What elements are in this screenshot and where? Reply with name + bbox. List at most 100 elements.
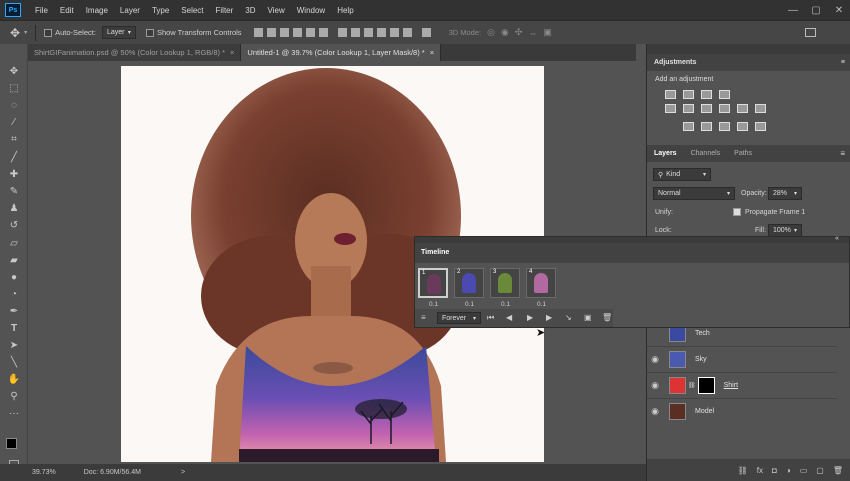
tween-icon[interactable]: ↘ bbox=[565, 313, 572, 322]
more-tools-icon[interactable]: ··· bbox=[5, 406, 23, 420]
lasso-tool-icon[interactable]: ◌ bbox=[5, 98, 23, 112]
auto-select-dropdown[interactable]: Layer ▾ bbox=[101, 26, 136, 39]
panel-menu-icon[interactable]: ≡ bbox=[841, 59, 845, 66]
posterize-icon[interactable] bbox=[701, 122, 712, 131]
crop-tool-icon[interactable]: ⌗ bbox=[5, 132, 23, 146]
orbit-3d-icon[interactable]: ◎ bbox=[487, 27, 495, 38]
threshold-icon[interactable] bbox=[719, 122, 730, 131]
levels-icon[interactable] bbox=[683, 90, 694, 99]
blur-tool-icon[interactable]: ● bbox=[5, 270, 23, 284]
menu-select[interactable]: Select bbox=[175, 6, 209, 15]
layer-name[interactable]: Shirt bbox=[724, 382, 738, 389]
trash-icon[interactable]: 🗑 bbox=[833, 466, 843, 475]
channel-mixer-icon[interactable] bbox=[755, 104, 766, 113]
next-frame-icon[interactable]: ▶ bbox=[546, 313, 552, 322]
link-layers-icon[interactable]: ⛓ bbox=[738, 466, 748, 475]
roll-3d-icon[interactable]: ◉ bbox=[501, 27, 509, 38]
menu-window[interactable]: Window bbox=[291, 6, 331, 15]
frame-delay[interactable]: 0.1 bbox=[429, 301, 438, 308]
frame-delay[interactable]: 0.1 bbox=[465, 301, 474, 308]
photoshop-logo-icon[interactable]: Ps bbox=[5, 3, 21, 17]
loop-dropdown[interactable]: Forever ▾ bbox=[437, 312, 481, 324]
timeline-frame-4[interactable]: 4 bbox=[526, 268, 556, 298]
chevron-down-icon[interactable]: ▾ bbox=[24, 29, 27, 36]
distribute-right-icon[interactable] bbox=[402, 28, 412, 37]
vibrance-icon[interactable] bbox=[665, 104, 676, 113]
path-selection-tool-icon[interactable]: ➤ bbox=[5, 338, 23, 352]
slide-3d-icon[interactable]: ⇔ bbox=[528, 28, 537, 38]
hand-tool-icon[interactable]: ✋ bbox=[5, 372, 23, 386]
fx-icon[interactable]: fx bbox=[757, 466, 763, 475]
adjustment-layer-icon[interactable]: ◑ bbox=[786, 466, 791, 475]
move-tool-icon[interactable]: ✥ bbox=[5, 64, 23, 78]
align-left-icon[interactable] bbox=[292, 28, 302, 37]
menu-file[interactable]: File bbox=[29, 6, 54, 15]
timeline-title[interactable]: Timeline bbox=[421, 249, 449, 256]
paint-bucket-tool-icon[interactable]: ▰ bbox=[5, 253, 23, 267]
tab-untitled-1[interactable]: Untitled-1 @ 39.7% (Color Lookup 1, Laye… bbox=[241, 44, 442, 61]
align-middle-icon[interactable] bbox=[266, 28, 276, 37]
align-center-icon[interactable] bbox=[305, 28, 315, 37]
invert-icon[interactable] bbox=[683, 122, 694, 131]
workspace-icon[interactable] bbox=[805, 28, 816, 37]
foreground-color-swatch[interactable] bbox=[6, 438, 17, 449]
new-layer-icon[interactable]: ▢ bbox=[816, 466, 824, 475]
menu-3d[interactable]: 3D bbox=[239, 6, 261, 15]
auto-align-icon[interactable] bbox=[421, 28, 431, 37]
layer-row-shirt[interactable]: ◉ ⛓ Shirt bbox=[647, 372, 837, 398]
timeline-frame-3[interactable]: 3 bbox=[490, 268, 520, 298]
curves-icon[interactable] bbox=[701, 90, 712, 99]
layer-name[interactable]: Model bbox=[695, 408, 714, 415]
distribute-center-icon[interactable] bbox=[389, 28, 399, 37]
selective-color-icon[interactable] bbox=[755, 122, 766, 131]
menu-filter[interactable]: Filter bbox=[210, 6, 240, 15]
layer-name[interactable]: Sky bbox=[695, 356, 707, 363]
new-group-icon[interactable]: ▭ bbox=[800, 466, 808, 475]
panel-menu-icon[interactable]: ≡ bbox=[840, 149, 845, 158]
minimize-button[interactable]: — bbox=[782, 0, 804, 20]
align-right-icon[interactable] bbox=[318, 28, 328, 37]
color-balance-icon[interactable] bbox=[701, 104, 712, 113]
eyedropper-tool-icon[interactable]: ╱ bbox=[5, 150, 23, 164]
menu-image[interactable]: Image bbox=[80, 6, 114, 15]
status-menu-arrow[interactable]: > bbox=[181, 469, 185, 476]
eye-icon[interactable]: ◉ bbox=[647, 354, 663, 365]
transform-controls-checkbox[interactable] bbox=[145, 28, 154, 37]
layer-row-sky[interactable]: ◉ Sky bbox=[647, 346, 837, 372]
history-brush-tool-icon[interactable]: ↺ bbox=[5, 218, 23, 232]
timeline-frame-2[interactable]: 2 bbox=[454, 268, 484, 298]
pen-tool-icon[interactable]: ✒ bbox=[5, 304, 23, 318]
play-icon[interactable]: ▶ bbox=[527, 313, 533, 322]
menu-help[interactable]: Help bbox=[331, 6, 359, 15]
tab-paths[interactable]: Paths bbox=[727, 150, 759, 157]
opacity-field[interactable]: 28% ▾ bbox=[768, 187, 802, 200]
move-tool-icon[interactable]: ✥ bbox=[10, 26, 20, 40]
type-tool-icon[interactable]: T bbox=[5, 321, 23, 335]
layer-mask-thumbnail[interactable] bbox=[697, 377, 715, 394]
blend-mode-dropdown[interactable]: Normal ▾ bbox=[653, 187, 735, 200]
adjustments-title[interactable]: Adjustments bbox=[654, 59, 696, 66]
frame-delay[interactable]: 0.1 bbox=[537, 301, 546, 308]
zoom-tool-icon[interactable]: ⚲ bbox=[5, 389, 23, 403]
tab-channels[interactable]: Channels bbox=[684, 150, 728, 157]
layer-row-model[interactable]: ◉ Model bbox=[647, 398, 837, 424]
line-tool-icon[interactable]: ╲ bbox=[5, 355, 23, 369]
close-tab-icon[interactable]: × bbox=[430, 48, 434, 57]
auto-select-checkbox[interactable] bbox=[44, 28, 53, 37]
menu-view[interactable]: View bbox=[262, 6, 291, 15]
hue-saturation-icon[interactable] bbox=[683, 104, 694, 113]
brightness-contrast-icon[interactable] bbox=[665, 90, 676, 99]
distribute-top-icon[interactable] bbox=[337, 28, 347, 37]
distribute-left-icon[interactable] bbox=[376, 28, 386, 37]
close-tab-icon[interactable]: × bbox=[230, 48, 234, 57]
brush-tool-icon[interactable]: ✎ bbox=[5, 184, 23, 198]
align-bottom-icon[interactable] bbox=[279, 28, 289, 37]
layer-name[interactable]: Tech bbox=[695, 330, 710, 337]
zoom-level[interactable]: 39.73% bbox=[32, 469, 56, 476]
pan-3d-icon[interactable]: ✣ bbox=[515, 27, 523, 38]
filter-kind-dropdown[interactable]: ⚲ Kind ▾ bbox=[653, 168, 711, 181]
first-frame-icon[interactable]: ⏮ bbox=[487, 313, 494, 323]
gradient-map-icon[interactable] bbox=[737, 122, 748, 131]
exposure-icon[interactable] bbox=[719, 90, 730, 99]
eye-icon[interactable]: ◉ bbox=[647, 380, 663, 391]
